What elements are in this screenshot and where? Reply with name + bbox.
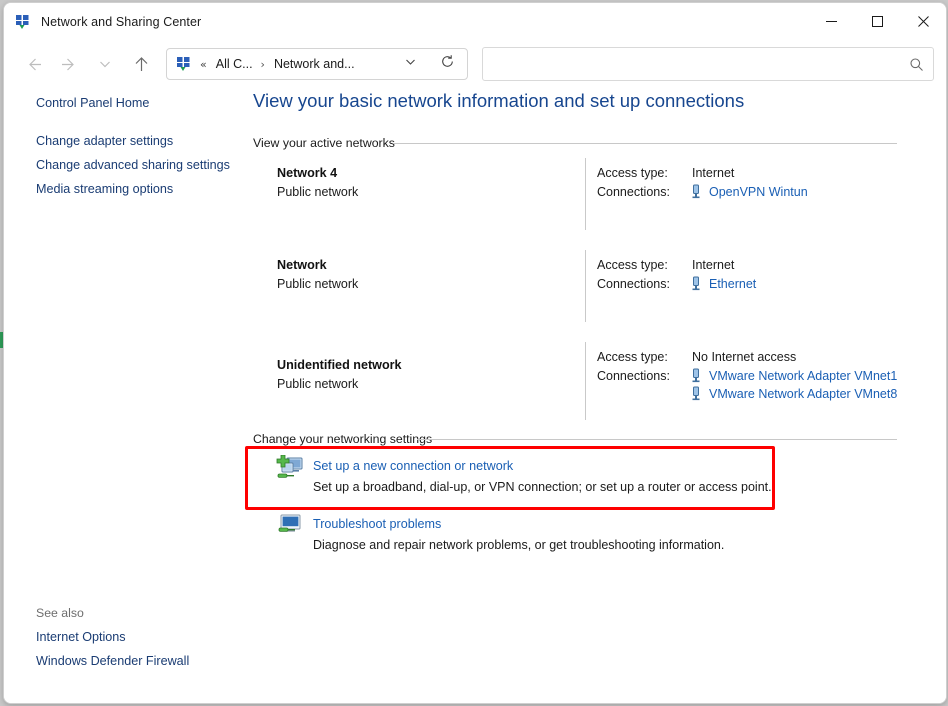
active-networks-section-label: View your active networks (253, 136, 395, 150)
change-settings-section-label: Change your networking settings (253, 432, 433, 446)
new-connection-icon (275, 454, 305, 483)
network-type: Public network (277, 185, 359, 199)
network-name: Network 4 (277, 166, 338, 180)
connection-link[interactable]: VMware Network Adapter VMnet8 (709, 387, 897, 401)
breadcrumb-segment-all-control-panel[interactable]: All C... (216, 57, 253, 71)
access-type-value: Internet (692, 166, 735, 180)
network-row: Network 4 Public network Access type: In… (249, 158, 946, 250)
network-divider (585, 342, 586, 420)
connection-item[interactable]: OpenVPN Wintun (689, 184, 808, 199)
sidebar: Control Panel Home Change adapter settin… (4, 88, 249, 703)
connection-link[interactable]: VMware Network Adapter VMnet1 (709, 369, 897, 383)
chevron-down-icon[interactable] (404, 55, 417, 73)
set-up-new-connection-description: Set up a broadband, dial-up, or VPN conn… (313, 480, 772, 494)
sidebar-item-change-adapter-settings[interactable]: Change adapter settings (36, 134, 173, 148)
network-name: Unidentified network (277, 358, 402, 372)
access-type-label: Access type: (597, 350, 668, 364)
active-networks-rule (393, 143, 897, 144)
body-area: Control Panel Home Change adapter settin… (4, 88, 946, 703)
sidebar-item-internet-options[interactable]: Internet Options (36, 630, 126, 644)
access-type-value: No Internet access (692, 350, 797, 364)
breadcrumb-separator: › (260, 57, 265, 71)
sidebar-item-control-panel-home[interactable]: Control Panel Home (36, 96, 149, 110)
up-icon[interactable] (126, 49, 156, 79)
close-button[interactable] (900, 3, 946, 40)
sidebar-item-media-streaming-options[interactable]: Media streaming options (36, 182, 173, 196)
navigation-bar: « All C... › Network and... (4, 40, 946, 88)
title-bar: Network and Sharing Center (4, 3, 946, 40)
connection-item[interactable]: Ethernet (689, 276, 756, 291)
network-adapter-icon (689, 276, 703, 291)
search-input[interactable] (483, 48, 899, 80)
window-title: Network and Sharing Center (41, 14, 202, 29)
access-type-value: Internet (692, 258, 735, 272)
connection-item[interactable]: VMware Network Adapter VMnet8 (689, 386, 897, 401)
network-adapter-icon (689, 386, 703, 401)
content-pane: View your basic network information and … (245, 88, 946, 703)
set-up-new-connection-link[interactable]: Set up a new connection or network (313, 459, 513, 473)
change-settings-rule (417, 439, 897, 440)
address-bar[interactable]: « All C... › Network and... (166, 48, 468, 80)
address-network-icon (176, 56, 192, 72)
troubleshoot-problems-description: Diagnose and repair network problems, or… (313, 538, 725, 552)
network-adapter-icon (689, 184, 703, 199)
connection-link[interactable]: Ethernet (709, 277, 756, 291)
search-icon[interactable] (899, 48, 933, 80)
breadcrumb-overflow[interactable]: « (200, 58, 207, 71)
connection-item[interactable]: VMware Network Adapter VMnet1 (689, 368, 897, 383)
troubleshoot-problems-link[interactable]: Troubleshoot problems (313, 517, 441, 531)
maximize-button[interactable] (854, 3, 900, 40)
network-row: Unidentified network Public network Acce… (249, 342, 946, 442)
refresh-icon[interactable] (440, 54, 455, 74)
network-divider (585, 158, 586, 230)
access-type-label: Access type: (597, 166, 668, 180)
network-type: Public network (277, 277, 359, 291)
search-box[interactable] (482, 47, 934, 81)
breadcrumb-segment-network[interactable]: Network and... (274, 57, 355, 71)
connection-link[interactable]: OpenVPN Wintun (709, 185, 808, 199)
network-type: Public network (277, 377, 359, 391)
forward-icon[interactable] (54, 49, 84, 79)
network-name: Network (277, 258, 327, 272)
troubleshoot-icon (277, 513, 307, 541)
sidebar-item-change-advanced-sharing-settings[interactable]: Change advanced sharing settings (36, 158, 230, 172)
recent-locations-icon[interactable] (90, 49, 120, 79)
network-sharing-center-window: Network and Sharing Center « All C... › … (3, 2, 947, 704)
minimize-button[interactable] (808, 3, 854, 40)
page-title: View your basic network information and … (253, 90, 745, 111)
window-controls (808, 3, 946, 40)
network-divider (585, 250, 586, 322)
network-adapter-icon (689, 368, 703, 383)
see-also-label: See also (36, 606, 84, 620)
network-row: Network Public network Access type: Inte… (249, 250, 946, 342)
connections-label: Connections: (597, 369, 670, 383)
highlight-annotation (245, 446, 775, 510)
back-icon[interactable] (18, 49, 48, 79)
screen: Network and Sharing Center « All C... › … (0, 0, 948, 706)
connections-label: Connections: (597, 277, 670, 291)
access-type-label: Access type: (597, 258, 668, 272)
sidebar-item-windows-defender-firewall[interactable]: Windows Defender Firewall (36, 654, 189, 668)
network-sharing-icon (15, 14, 31, 30)
connections-label: Connections: (597, 185, 670, 199)
